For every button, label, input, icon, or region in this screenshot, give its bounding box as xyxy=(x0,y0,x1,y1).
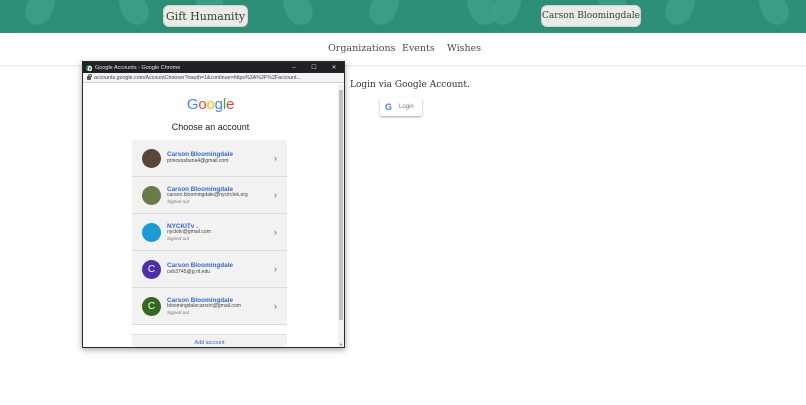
popup-url: accounts.google.com/AccountChooser?oauth… xyxy=(94,74,302,81)
leaf-decoration xyxy=(752,0,794,30)
chevron-right-icon: › xyxy=(274,264,277,274)
google-account-popup-window: Google Accounts - Google Chrome – ☐ ✕ ac… xyxy=(82,61,345,348)
chevron-right-icon: › xyxy=(274,190,277,200)
popup-address-bar[interactable]: accounts.google.com/AccountChooser?oauth… xyxy=(83,73,344,83)
account-item[interactable]: C Carson Bloomingdale ceb3745@g.rit.edu … xyxy=(132,251,287,288)
popup-titlebar[interactable]: Google Accounts - Google Chrome – ☐ ✕ xyxy=(83,62,344,73)
account-status: Signed out xyxy=(167,309,189,315)
leaf-decoration xyxy=(276,0,318,30)
account-email: princessbuna4@gmail.com xyxy=(167,157,229,164)
chevron-right-icon: › xyxy=(274,227,277,237)
google-logo: Google xyxy=(83,96,338,113)
lock-icon xyxy=(87,73,93,80)
site-header: Gift Humanity Carson Bloomingdale xyxy=(0,0,806,33)
google-g-icon: G xyxy=(385,102,393,112)
user-name-button[interactable]: Carson Bloomingdale xyxy=(541,5,641,27)
chevron-right-icon: › xyxy=(274,153,277,163)
chrome-icon xyxy=(86,64,93,71)
logo-letter: G xyxy=(186,96,199,113)
popup-window-title: Google Accounts - Google Chrome xyxy=(95,64,181,71)
account-avatar: C xyxy=(142,296,161,316)
scrollbar-thumb[interactable] xyxy=(339,90,343,320)
brand-logo-button[interactable]: Gift Humanity xyxy=(163,5,248,27)
popup-scrollbar[interactable]: ▼ xyxy=(338,84,344,347)
account-item[interactable]: Carson Bloomingdale carson.bloomingdale@… xyxy=(132,177,287,214)
nav-wishes-link[interactable]: Wishes xyxy=(447,43,481,54)
account-avatar: C xyxy=(142,259,161,279)
account-avatar xyxy=(142,185,161,205)
google-login-button[interactable]: G Login xyxy=(380,98,422,116)
logo-letter: o xyxy=(198,96,207,113)
add-account-button[interactable]: Add account xyxy=(132,334,287,347)
account-item[interactable]: NYCKITv . nyckitv@gmail.com Signed out › xyxy=(132,214,287,251)
login-prompt: Login via Google Account. xyxy=(350,80,470,90)
scroll-down-arrow-icon[interactable]: ▼ xyxy=(339,342,343,347)
leaf-decoration xyxy=(364,0,406,30)
leaf-decoration xyxy=(112,0,154,30)
account-item[interactable]: C Carson Bloomingdale bloomingdalecarson… xyxy=(132,288,287,325)
login-button-label: Login xyxy=(399,104,414,110)
account-status: Signed out xyxy=(167,198,189,204)
account-avatar xyxy=(142,148,161,168)
nav-events-link[interactable]: Events xyxy=(402,43,435,54)
close-button[interactable]: ✕ xyxy=(324,64,344,71)
leaf-decoration xyxy=(660,0,702,30)
account-email: ceb3745@g.rit.edu xyxy=(167,268,211,275)
account-item[interactable]: Carson Bloomingdale princessbuna4@gmail.… xyxy=(132,140,287,177)
logo-letter: o xyxy=(206,96,215,113)
leaf-decoration xyxy=(486,0,528,30)
choose-account-heading: Choose an account xyxy=(171,122,250,132)
account-status: Signed out xyxy=(167,235,189,241)
nav-organizations-link[interactable]: Organizations xyxy=(328,43,395,54)
account-avatar xyxy=(142,222,161,242)
chevron-right-icon: › xyxy=(274,301,277,311)
maximize-button[interactable]: ☐ xyxy=(304,64,324,71)
logo-letter: g xyxy=(214,96,223,113)
leaf-decoration xyxy=(20,0,62,30)
minimize-button[interactable]: – xyxy=(284,65,304,71)
logo-letter: e xyxy=(225,96,235,113)
